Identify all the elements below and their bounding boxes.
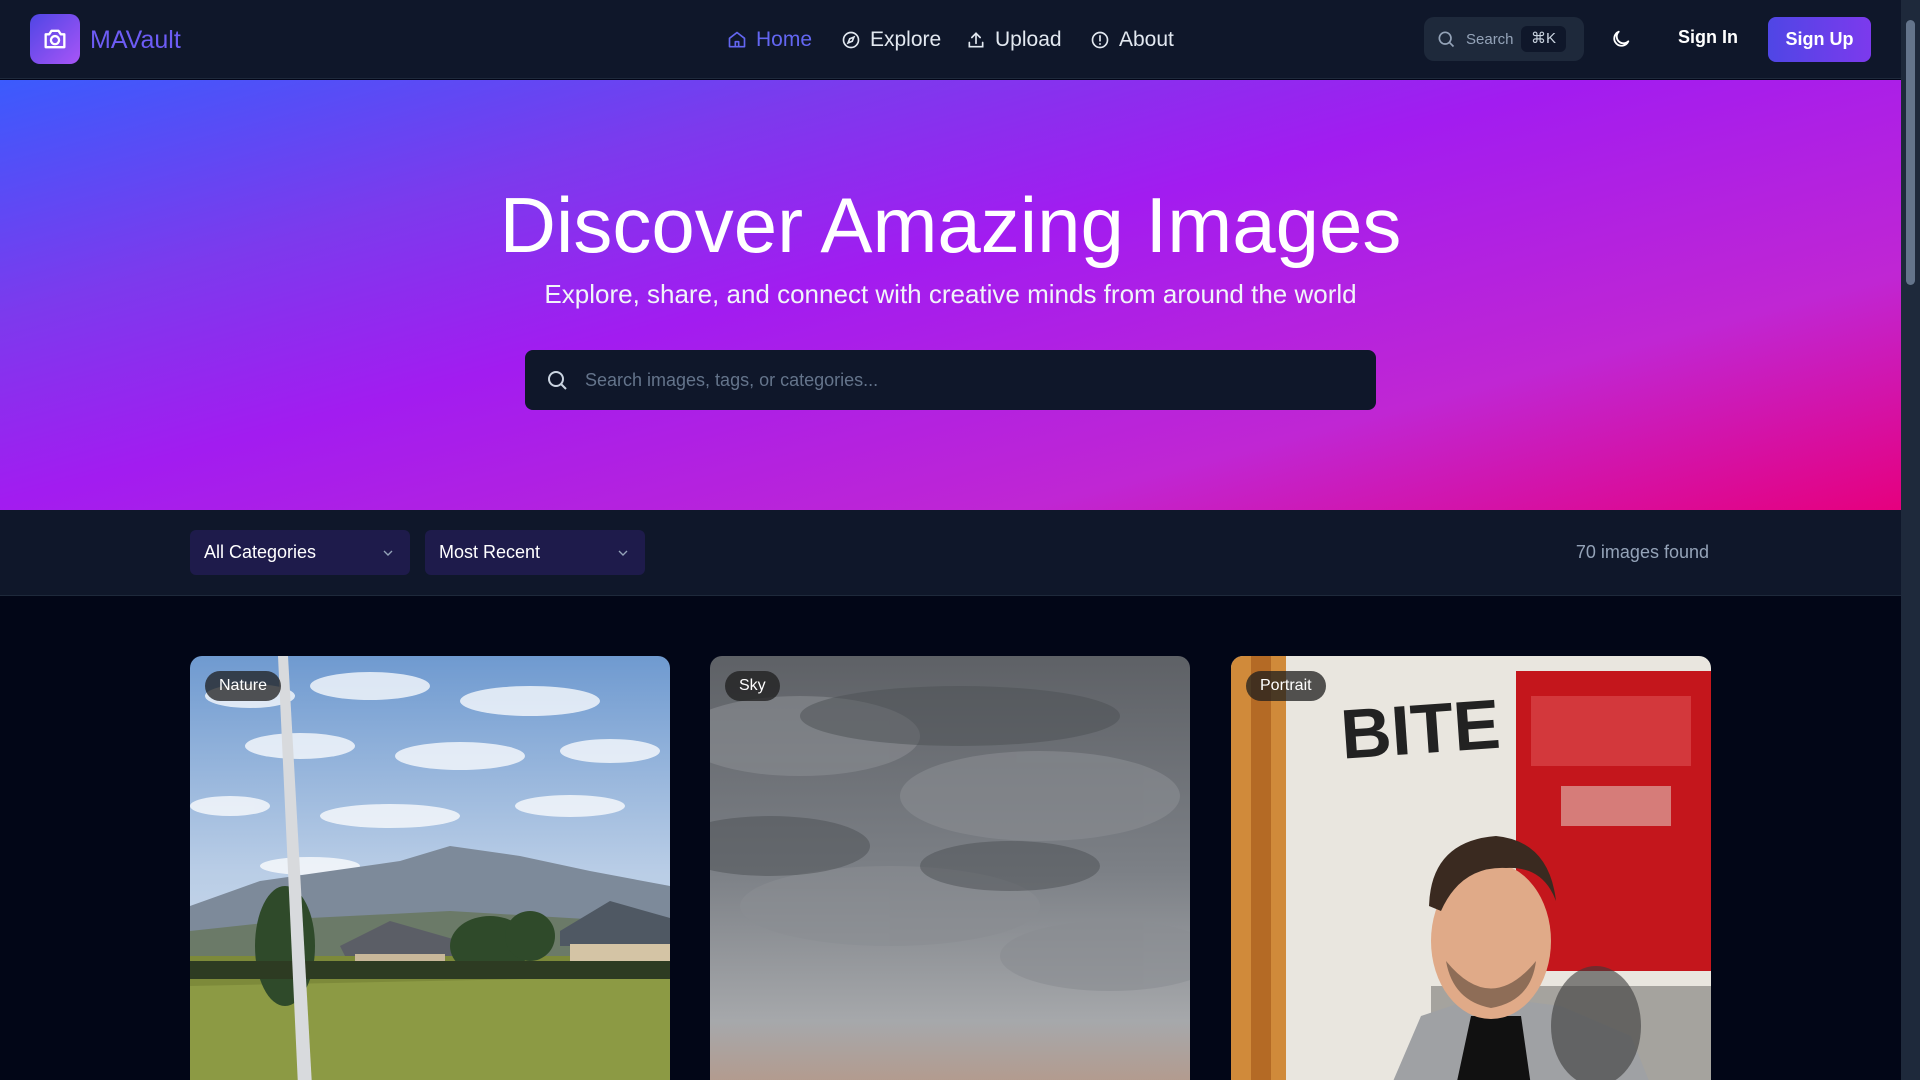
category-select[interactable]: All Categories bbox=[190, 530, 410, 575]
portrait-photo: BITE bbox=[1231, 656, 1711, 1080]
category-select-value: All Categories bbox=[204, 542, 317, 562]
hero-title: Discover Amazing Images bbox=[499, 181, 1402, 269]
nav-upload-label: Upload bbox=[995, 28, 1062, 51]
hero-section: Discover Amazing Images Explore, share, … bbox=[0, 80, 1901, 510]
image-card-portrait[interactable]: Portrait BITE bbox=[1231, 656, 1711, 1080]
filter-bar: All Categories Most Recent 70 images fou… bbox=[0, 510, 1901, 596]
moon-icon bbox=[1613, 30, 1630, 47]
chevron-down-icon bbox=[618, 550, 628, 556]
nav-explore-label: Explore bbox=[870, 28, 942, 51]
page-scrollbar[interactable] bbox=[1901, 0, 1920, 1080]
image-card-sky[interactable]: Sky bbox=[710, 656, 1190, 1080]
category-badge: Nature bbox=[205, 671, 282, 701]
sign-in-button[interactable]: Sign In bbox=[1678, 27, 1738, 48]
search-icon bbox=[548, 371, 567, 390]
category-badge: Portrait bbox=[1246, 671, 1326, 701]
nav-explore[interactable]: Explore bbox=[841, 24, 941, 56]
header-search-label: Search bbox=[1466, 30, 1514, 48]
logo-camera-icon[interactable] bbox=[30, 14, 80, 64]
hero-subtitle: Explore, share, and connect with creativ… bbox=[544, 279, 1357, 309]
nav-home[interactable]: Home bbox=[727, 24, 812, 56]
nav-about-label: About bbox=[1119, 28, 1174, 51]
sign-up-button[interactable]: Sign Up bbox=[1768, 17, 1871, 62]
app-name[interactable]: MAVault bbox=[90, 25, 181, 55]
nav-upload[interactable]: Upload bbox=[966, 24, 1062, 56]
svg-text:BITE: BITE bbox=[1338, 685, 1503, 774]
home-icon bbox=[728, 31, 746, 48]
search-shortcut-badge: ⌘K bbox=[1520, 26, 1566, 52]
top-navbar: MAVault Home Explore Upload About Search… bbox=[0, 0, 1901, 79]
header-search-button[interactable]: Search ⌘K bbox=[1424, 17, 1584, 61]
compass-icon bbox=[842, 31, 860, 49]
sort-select[interactable]: Most Recent bbox=[425, 530, 645, 575]
scrollbar-thumb[interactable] bbox=[1906, 20, 1915, 285]
hero-search-input[interactable] bbox=[585, 369, 1345, 391]
sort-select-value: Most Recent bbox=[439, 542, 541, 562]
search-icon bbox=[1438, 31, 1455, 48]
upload-icon bbox=[968, 32, 984, 48]
image-card-nature[interactable]: Nature bbox=[190, 656, 670, 1080]
hero-search-bar bbox=[525, 350, 1376, 410]
nature-photo bbox=[190, 656, 670, 1080]
info-icon bbox=[1091, 31, 1109, 49]
theme-toggle-button[interactable] bbox=[1606, 24, 1636, 54]
sky-photo bbox=[710, 656, 1190, 1080]
chevron-down-icon bbox=[383, 550, 393, 556]
nav-about[interactable]: About bbox=[1090, 24, 1174, 56]
result-count: 70 images found bbox=[1575, 542, 1709, 562]
nav-home-label: Home bbox=[756, 28, 813, 51]
category-badge: Sky bbox=[725, 671, 780, 701]
